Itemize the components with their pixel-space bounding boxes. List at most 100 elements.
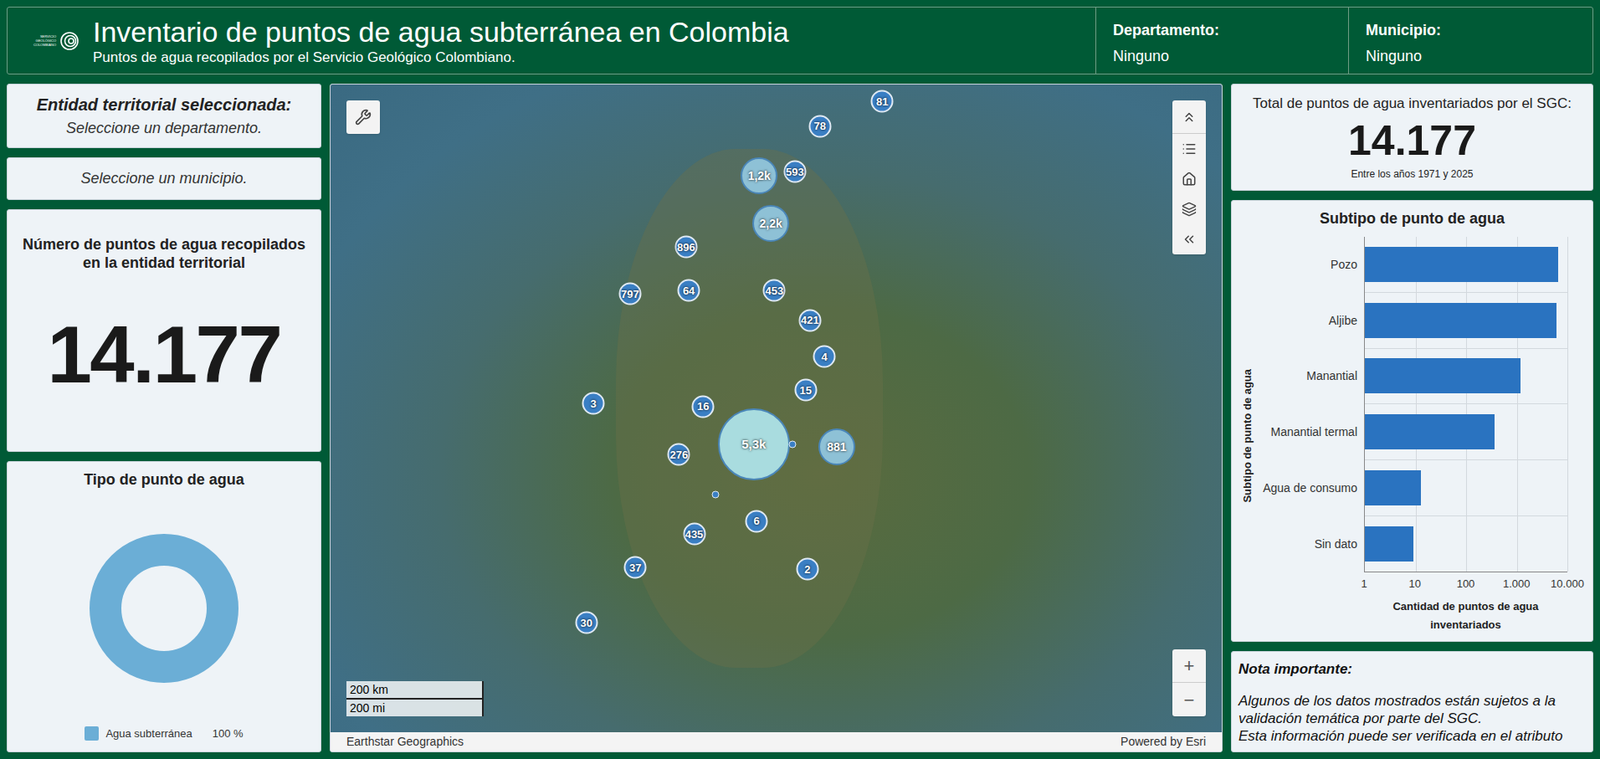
map-cluster[interactable]: 881 [818,428,856,466]
map-canvas[interactable]: 81 78 1,2k593 2,2k 896 797 64 453 421 4 15 3 16276 5,… [330,84,1222,733]
bar[interactable] [1364,526,1414,562]
dashboard: SERVICIO GEOLÓGICO COLOMBIANO Inventario … [0,0,1600,759]
scale-label: 200 km [346,681,484,700]
x-tick: 100 [1456,575,1476,593]
legend-list-icon [1181,141,1197,157]
tools-button[interactable] [346,100,380,134]
note-card: Nota importante:Algunos de los datos mos… [1230,651,1594,753]
grid-line [1567,236,1569,572]
map-cluster[interactable]: 6 [745,509,769,533]
y-axis-title: Subtipo de punto de agua [1239,369,1257,503]
chart-card: Subtipo de punto de agua Subtipo de punto… [1230,200,1594,642]
entity-card: Entidad territorial seleccionada:Selecci… [6,83,322,149]
filter-label: Departamento: [1112,19,1332,42]
map-tool-button[interactable] [1172,100,1206,134]
note-line: Algunos de los datos mostrados están suj… [1238,692,1586,728]
filter-value: Ninguno [1112,41,1332,68]
legend-label: Agua subterránea [105,725,192,743]
map-cluster[interactable]: 78 [808,114,831,138]
page-title: Inventario de puntos de agua subterránea… [92,15,790,49]
map-attribution: Earthstar Geographics Powered by Esri [330,732,1222,752]
municipio-card: Seleccione un municipio. [6,157,322,200]
map-tool-button[interactable] [1172,224,1206,255]
map-cluster[interactable]: 2 [795,557,819,580]
map-cluster[interactable]: 896 [674,235,698,259]
bar[interactable] [1364,302,1557,339]
map-toolbar [1172,100,1206,255]
type-title: Tipo de punto de agua [83,468,245,492]
filter-display[interactable]: Departamento:Ninguno [1095,7,1349,74]
chart-title: Subtipo de punto de agua [1238,207,1586,237]
right-column: Total de puntos de agua inventariados po… [1230,83,1594,753]
x-tick: 10.000 [1550,575,1585,593]
map-cluster[interactable]: 81 [871,90,894,113]
scale-bar: 200 km200 mi [346,681,484,717]
count-card: Número de puntos de agua recopilados en … [6,209,322,452]
category-label: Sin dato [1256,516,1365,573]
map-cluster[interactable]: 3 [582,391,606,415]
scale-label: 200 mi [346,699,484,717]
bar[interactable] [1364,358,1521,394]
page-subtitle: Puntos de agua recopilados por el Servic… [92,48,790,67]
map-cluster[interactable]: 593 [783,160,806,184]
category-label: Agua de consumo [1256,460,1365,517]
left-column: Entidad territorial seleccionada:Selecci… [6,83,322,753]
x-tick: 1.000 [1502,575,1531,593]
map-cluster[interactable]: 16 [692,394,715,418]
municipio-hint: Seleccione un municipio. [80,167,247,190]
count-title: Número de puntos de agua recopilados en … [20,235,308,272]
map-cluster[interactable]: 435 [682,523,706,546]
zoom-button[interactable]: − [1172,682,1206,717]
legend-swatch [84,726,99,741]
map-cluster[interactable]: 64 [677,279,701,303]
map-cluster[interactable]: 4 [813,345,836,369]
donut-slice[interactable] [105,549,223,667]
map-cluster[interactable]: 5,3k [717,408,790,481]
legend-item[interactable]: Agua subterránea 100 % [84,725,243,743]
header: SERVICIO GEOLÓGICO COLOMBIANO Inventario … [6,6,1594,75]
map-cluster[interactable]: 276 [667,442,691,466]
category-label: Aljibe [1256,292,1365,349]
filter-display[interactable]: Municipio:Ninguno [1348,7,1593,74]
entity-hint: Seleccione un departamento. [66,117,262,140]
map-cluster[interactable]: 421 [798,308,821,332]
map-tool-button[interactable] [1172,164,1206,195]
category-label: Pozo [1256,236,1365,293]
x-tick: 10 [1409,575,1421,593]
bar[interactable] [1364,246,1559,283]
expand-left-icon [1181,231,1197,247]
note-line: Esta información puede ser verificada en… [1238,727,1586,745]
map-panel: 81 78 1,2k593 2,2k 896 797 64 453 421 4 15 3 16276 5,… [329,83,1223,753]
collapse-icon [1181,109,1197,125]
filter-label: Municipio: [1365,19,1576,42]
x-axis-title: Cantidad de puntos de agua inventariados [1364,597,1568,635]
filter-value: Ninguno [1365,41,1576,68]
map-cluster[interactable]: 15 [794,379,817,402]
map-cluster[interactable]: 453 [763,279,786,303]
count-value: 14.177 [46,271,281,452]
entity-title: Entidad territorial seleccionada: [36,92,293,118]
bar[interactable] [1364,414,1495,450]
total-value: 14.177 [1348,114,1477,167]
logo: SERVICIO GEOLÓGICO COLOMBIANO [27,30,80,52]
zoom-button[interactable]: + [1172,649,1206,683]
plot-area [1364,236,1568,573]
map-tool-button[interactable] [1172,133,1206,165]
map-cluster[interactable]: 797 [618,282,642,306]
attribution-text: Earthstar Geographics [346,733,464,751]
donut-chart [84,528,244,688]
map-cluster[interactable]: 37 [624,556,647,580]
map-cluster[interactable]: 2,2k [752,205,790,242]
map-tool-button[interactable] [1172,194,1206,225]
map-cluster[interactable]: 1,2k [740,157,778,195]
legend-percent: 100 % [199,725,244,743]
total-card: Total de puntos de agua inventariados po… [1230,83,1594,191]
home-icon [1181,171,1197,187]
total-subtitle: Entre los años 1971 y 2025 [1350,166,1473,182]
map-cluster[interactable]: 30 [574,611,598,635]
bar[interactable] [1364,470,1421,506]
powered-by: Powered by Esri [1120,733,1206,751]
map-point[interactable] [712,490,720,498]
map-point[interactable] [788,440,796,448]
subtype-chart: Subtipo de punto de agua Subtipo de punto… [1231,200,1593,642]
